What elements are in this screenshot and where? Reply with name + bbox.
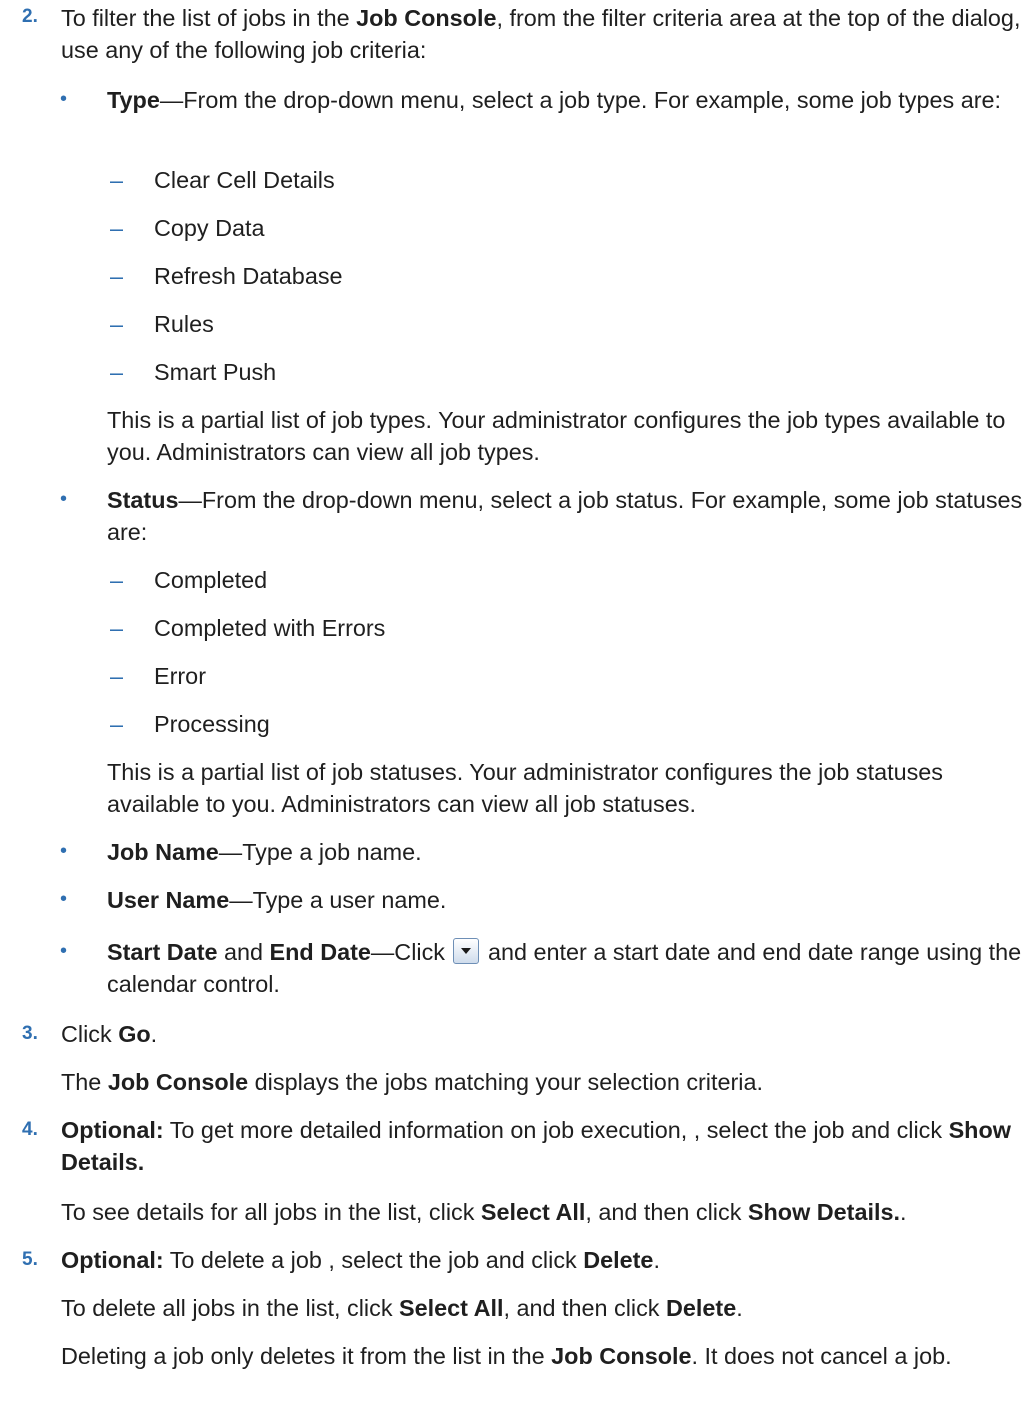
list-item: Copy Data [154, 215, 265, 241]
dash: – [110, 615, 124, 641]
step-4-detail: To see details for all jobs in the list,… [61, 1199, 907, 1225]
list-item: Completed [154, 567, 268, 593]
step-number: 2. [22, 6, 38, 27]
list-item: Rules [154, 311, 214, 337]
dash: – [110, 567, 124, 593]
step-3-result: The Job Console displays the jobs matchi… [61, 1069, 764, 1095]
bullet: • [60, 940, 68, 962]
step-number: 4. [22, 1119, 38, 1140]
criterion-user-name: User Name—Type a user name. [107, 887, 447, 913]
criterion-status: Status—From the drop-down menu, select a… [107, 487, 1023, 546]
bullet: • [60, 488, 68, 510]
list-item: Processing [154, 711, 270, 737]
dash: – [110, 359, 124, 385]
bullet: • [60, 888, 68, 910]
bullet: • [60, 840, 68, 862]
dash: – [110, 263, 124, 289]
list-item: Clear Cell Details [154, 167, 335, 193]
step-number: 5. [22, 1249, 38, 1270]
dash: – [110, 711, 124, 737]
list-item: Completed with Errors [154, 615, 386, 641]
dropdown-arrow-icon [453, 938, 480, 964]
criterion-job-name: Job Name—Type a job name. [107, 839, 422, 865]
list-item: Smart Push [154, 359, 277, 385]
step-5-note: Deleting a job only deletes it from the … [61, 1343, 952, 1369]
dash: – [110, 215, 124, 241]
dash: – [110, 311, 124, 337]
step-5-text: Optional: To delete a job , select the j… [61, 1247, 660, 1273]
list-item: Refresh Database [154, 263, 343, 289]
step-5-detail: To delete all jobs in the list, click Se… [61, 1295, 743, 1321]
type-note: This is a partial list of job types. You… [107, 407, 1006, 466]
dash: – [110, 663, 124, 689]
status-note: This is a partial list of job statuses. … [107, 759, 943, 818]
step-number: 3. [22, 1023, 38, 1044]
criterion-dates: Start Date and End Date—Click and enter … [107, 938, 1022, 998]
step-2-intro: To filter the list of jobs in the Job Co… [61, 5, 1021, 64]
step-3-text: Click Go. [61, 1021, 158, 1047]
list-item: Error [154, 663, 206, 689]
bullet: • [60, 88, 68, 110]
criterion-type: Type—From the drop-down menu, select a j… [107, 87, 1002, 113]
step-4-text: Optional: To get more detailed informati… [61, 1117, 1011, 1176]
dash: – [110, 167, 124, 193]
